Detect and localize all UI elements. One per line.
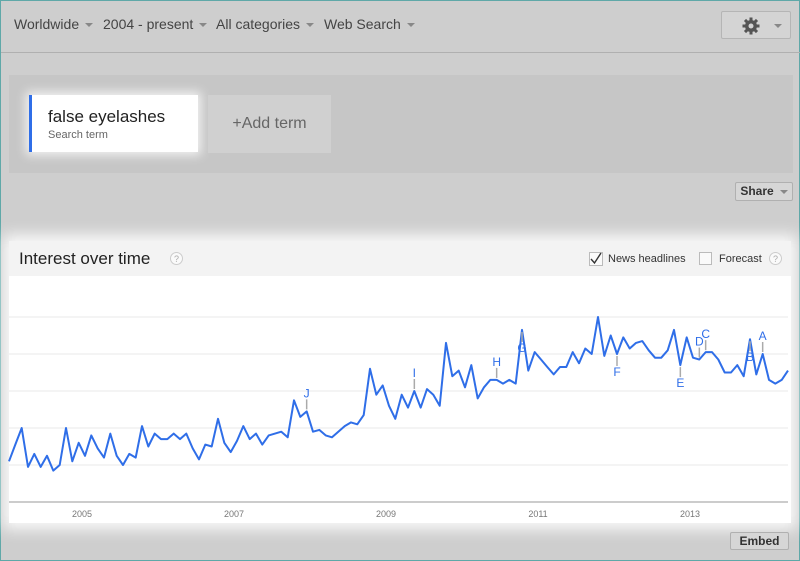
news-marker-label[interactable]: E <box>676 376 684 390</box>
news-marker-label[interactable]: G <box>517 341 526 355</box>
news-marker-label[interactable]: A <box>759 329 767 343</box>
series-line <box>8 316 789 472</box>
chart-title: Interest over time <box>19 249 151 268</box>
region-filter[interactable]: Worldwide <box>14 16 94 32</box>
x-tick-label: 2005 <box>72 509 92 519</box>
embed-button[interactable]: Embed <box>730 532 789 550</box>
forecast-checkbox[interactable] <box>699 252 712 265</box>
news-headlines-label: News headlines <box>608 253 686 265</box>
region-filter-label: Worldwide <box>14 16 80 32</box>
news-marker-label[interactable]: B <box>746 350 754 364</box>
caret-down-icon <box>779 189 788 194</box>
news-marker-label[interactable]: I <box>413 366 416 380</box>
search-term-card[interactable]: false eyelashes Search term <box>29 95 198 152</box>
forecast-label: Forecast <box>719 253 762 265</box>
interest-chart: 2005 2007 2009 2011 2013JIHGFEDCBA <box>8 316 789 519</box>
news-marker-label[interactable]: J <box>304 386 310 400</box>
caret-down-icon <box>774 24 782 28</box>
news-marker-label[interactable]: F <box>613 365 620 379</box>
checkmark-icon <box>589 252 603 266</box>
news-headlines-checkbox[interactable] <box>589 252 603 266</box>
share-label: Share <box>740 184 774 198</box>
share-button[interactable]: Share <box>735 182 793 201</box>
help-icon[interactable]: ? <box>170 252 183 265</box>
caret-down-icon <box>85 23 94 28</box>
x-tick-label: 2011 <box>528 509 547 519</box>
help-icon[interactable]: ? <box>769 252 782 265</box>
x-tick-label: 2009 <box>376 509 396 519</box>
caret-down-icon <box>306 23 315 28</box>
news-marker-label[interactable]: C <box>701 327 710 341</box>
time-filter[interactable]: 2004 - present <box>103 16 208 32</box>
category-filter-label: All categories <box>216 16 301 32</box>
time-filter-label: 2004 - present <box>103 16 194 32</box>
add-term-button[interactable]: +Add term <box>208 95 331 153</box>
settings-button[interactable] <box>721 11 791 39</box>
search-term-sublabel: Search term <box>48 129 108 141</box>
gear-icon <box>742 17 760 35</box>
x-tick-label: 2007 <box>224 509 244 519</box>
news-marker-label[interactable]: H <box>492 355 501 369</box>
search-type-filter[interactable]: Web Search <box>324 16 415 32</box>
search-term-text: false eyelashes <box>48 107 166 126</box>
chart-header: Interest over time ? News headlines Fore… <box>9 241 791 276</box>
x-tick-label: 2013 <box>680 509 700 519</box>
caret-down-icon <box>199 23 208 28</box>
search-type-filter-label: Web Search <box>324 16 401 32</box>
caret-down-icon <box>406 23 415 28</box>
category-filter[interactable]: All categories <box>216 16 315 32</box>
